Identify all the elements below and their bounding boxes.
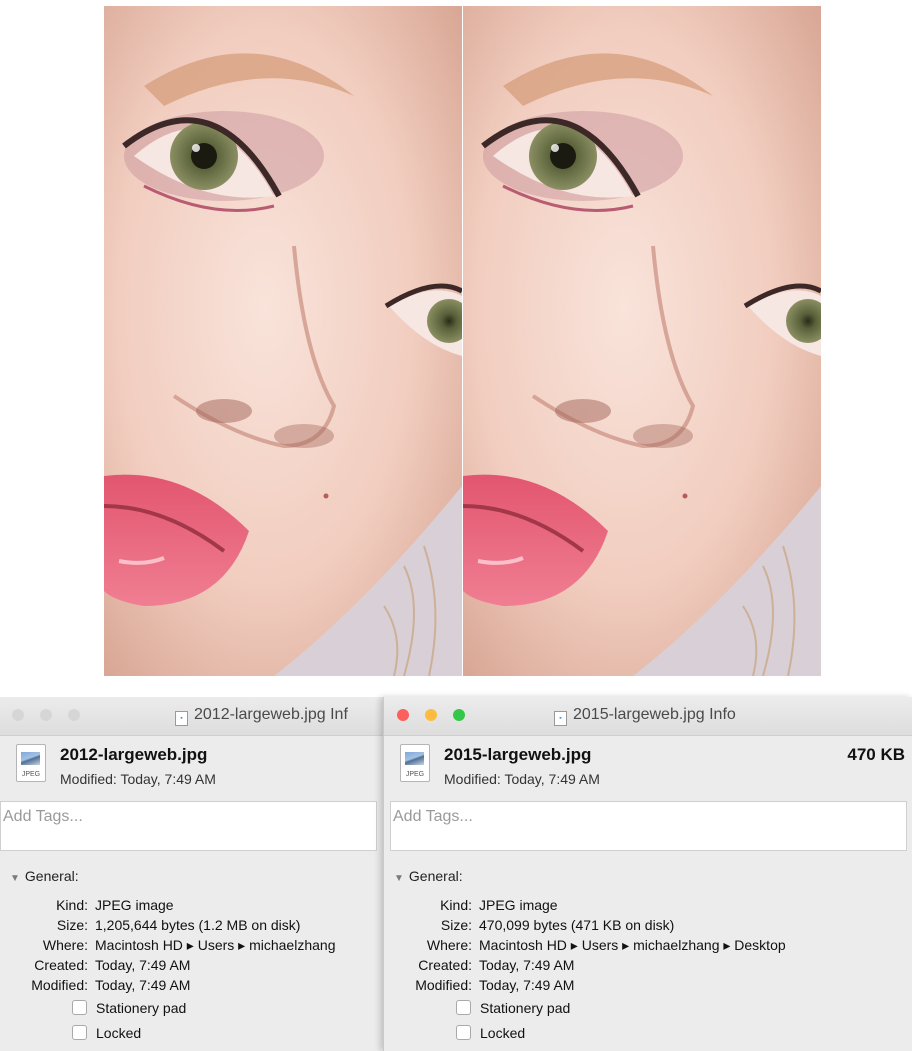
close-button[interactable] [397,709,409,721]
document-icon: ▪ [554,711,567,726]
where-label: Where: [42,937,88,953]
window-title-text: 2012-largeweb.jpg Inf [194,706,348,723]
document-icon: ▪ [175,711,188,726]
icon-label: JPEG [21,771,41,778]
where-value: Macintosh HD ▸ Users ▸ michaelzhang ▸ De… [479,937,786,953]
modified-value: Today, 7:49 AM [95,977,191,993]
file-size-header: 470 KB [847,745,905,764]
file-header: JPEG 2012-largeweb.jpg Modified: Today, … [0,736,383,796]
photo-2012 [104,6,462,676]
modified-value: Today, 7:49 AM [479,977,575,993]
general-section-toggle[interactable]: ▼ General: [10,868,79,884]
face-image-2012 [104,6,462,676]
created-label: Created: [418,957,472,973]
window-title: ▪ 2012-largeweb.jpg Inf [175,706,348,726]
kind-value: JPEG image [479,897,558,913]
locked-label: Locked [96,1025,142,1041]
tags-input[interactable]: Add Tags... [0,801,377,851]
where-label: Where: [426,937,472,953]
disclosure-triangle-icon: ▼ [10,873,20,884]
minimize-button[interactable] [425,709,437,721]
size-label: Size: [440,917,472,933]
icon-label: JPEG [405,771,425,778]
jpeg-file-icon: JPEG [400,744,430,782]
checkbox-icon [456,1025,471,1040]
size-label: Size: [56,917,88,933]
kind-label: Kind: [56,897,88,913]
checkbox-icon [72,1025,87,1040]
window-title-text: 2015-largeweb.jpg Info [573,706,736,723]
info-window-2015: ▪ 2015-largeweb.jpg Info JPEG 2015-largew… [383,697,912,1051]
window-title: ▪ 2015-largeweb.jpg Info [554,706,736,726]
minimize-button[interactable] [40,709,52,721]
general-section-toggle[interactable]: ▼ General: [394,868,463,884]
jpeg-file-icon: JPEG [16,744,46,782]
size-value: 1,205,644 bytes (1.2 MB on disk) [95,917,301,933]
locked-checkbox[interactable]: Locked [456,1025,525,1041]
close-button[interactable] [12,709,24,721]
size-value: 470,099 bytes (471 KB on disk) [479,917,675,933]
stationery-label: Stationery pad [96,1000,187,1016]
file-modified: Modified: Today, 7:49 AM [444,771,600,787]
file-modified: Modified: Today, 7:49 AM [60,771,216,787]
created-value: Today, 7:49 AM [95,957,191,973]
checkbox-icon [456,1000,471,1015]
stationery-pad-checkbox[interactable]: Stationery pad [72,1000,186,1016]
tags-input[interactable]: Add Tags... [390,801,907,851]
modified-label: Modified: [31,977,88,993]
general-label: General: [24,868,79,884]
checkbox-icon [72,1000,87,1015]
where-value: Macintosh HD ▸ Users ▸ michaelzhang [95,937,336,953]
titlebar: ▪ 2015-largeweb.jpg Info [384,697,912,736]
file-header: JPEG 2015-largeweb.jpg Modified: Today, … [384,736,912,796]
kind-value: JPEG image [95,897,174,913]
created-label: Created: [34,957,88,973]
zoom-button[interactable] [68,709,80,721]
stationery-pad-checkbox[interactable]: Stationery pad [456,1000,570,1016]
created-value: Today, 7:49 AM [479,957,575,973]
zoom-button[interactable] [453,709,465,721]
locked-checkbox[interactable]: Locked [72,1025,141,1041]
locked-label: Locked [480,1025,526,1041]
file-name: 2015-largeweb.jpg [444,745,592,764]
stationery-label: Stationery pad [480,1000,571,1016]
modified-label: Modified: [415,977,472,993]
kind-label: Kind: [440,897,472,913]
file-name: 2012-largeweb.jpg [60,745,208,764]
general-label: General: [408,868,463,884]
info-window-2012: ▪ 2012-largeweb.jpg Inf JPEG 2012-largewe… [0,697,383,1051]
titlebar: ▪ 2012-largeweb.jpg Inf [0,697,383,736]
disclosure-triangle-icon: ▼ [394,873,404,884]
face-image-2015 [463,6,821,676]
photo-2015 [463,6,821,676]
